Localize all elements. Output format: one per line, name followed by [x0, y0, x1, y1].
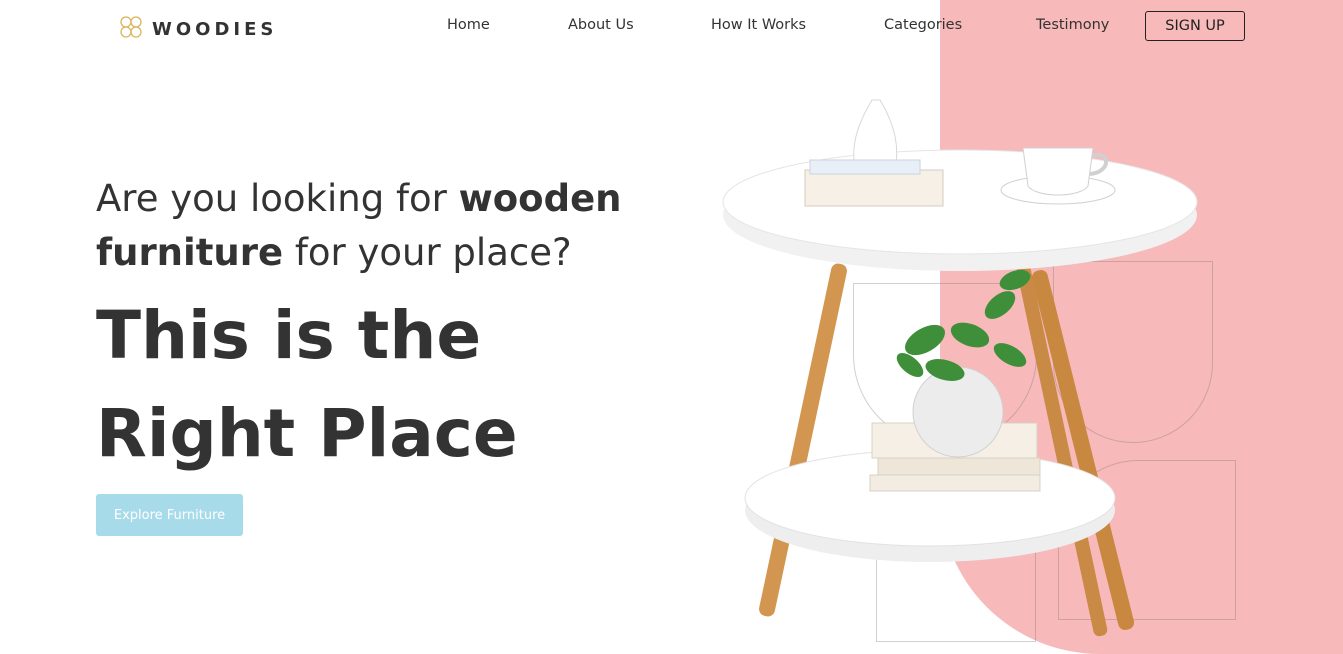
nav-testimony[interactable]: Testimony	[1036, 17, 1109, 33]
hero-intro-text: Are you looking for wooden furniture for…	[96, 172, 656, 280]
side-table-image	[722, 99, 1198, 637]
intro-text-part: Are you looking for	[96, 177, 459, 220]
nav-about-us[interactable]: About Us	[568, 17, 634, 33]
explore-furniture-button[interactable]: Explore Furniture	[96, 494, 243, 536]
nav-home[interactable]: Home	[447, 17, 490, 33]
nav-how-it-works[interactable]: How It Works	[711, 17, 806, 33]
hero-title-line-1: This is the	[96, 297, 482, 374]
nav-categories[interactable]: Categories	[884, 17, 962, 33]
intro-bold-word: wooden	[458, 177, 622, 220]
sign-up-button[interactable]: SIGN UP	[1145, 11, 1245, 41]
intro-bold-word: furniture	[96, 231, 284, 274]
hero-title-line-2: Right Place	[96, 395, 518, 472]
main-navigation: Home About Us How It Works Categories Te…	[0, 17, 1343, 39]
intro-text-part: for your place?	[283, 231, 572, 274]
